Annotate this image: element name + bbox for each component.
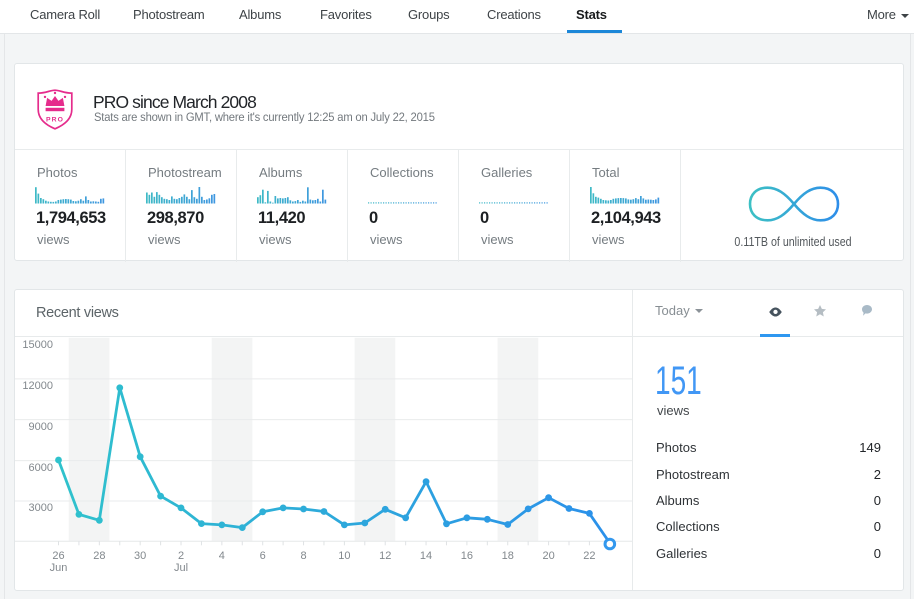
svg-text:PRO: PRO bbox=[46, 117, 64, 124]
